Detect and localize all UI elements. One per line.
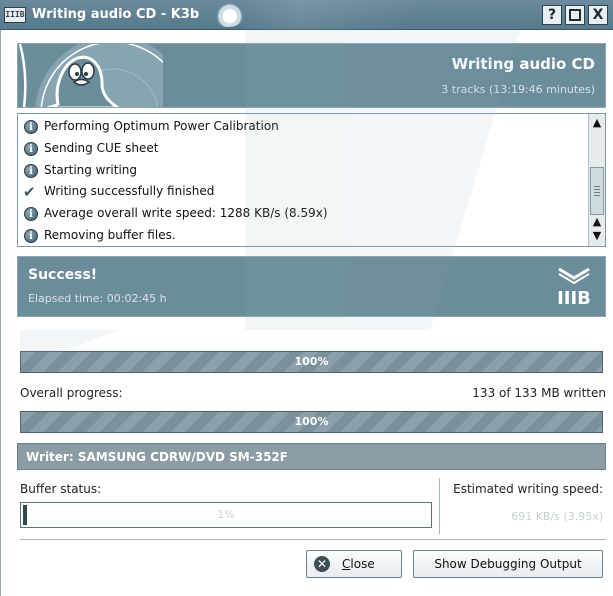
close-rest: lose (350, 557, 375, 571)
buffer-status-value: 1% (217, 508, 235, 521)
buffer-status-bar: 1% (20, 502, 432, 528)
help-button[interactable]: ? (542, 5, 562, 25)
window-title: Writing audio CD - K3b (32, 7, 200, 22)
writer-label: Writer: SAMSUNG CDRW/DVD SM-352F (26, 450, 288, 464)
scroll-up-arrow-lower[interactable]: ▲ (590, 215, 604, 229)
check-icon: ✔ (23, 183, 36, 202)
tux-cd-icon (18, 44, 163, 107)
thumb-grip (594, 189, 600, 190)
show-debugging-output-button[interactable]: Show Debugging Output (413, 550, 603, 578)
titlebar-decoration (240, 0, 540, 30)
log-item-text: Sending CUE sheet (44, 140, 159, 155)
status-title: Success! (28, 267, 98, 283)
log-list[interactable]: Performing Optimum Power Calibration Send… (17, 113, 606, 248)
log-item[interactable]: Average overall write speed: 1288 KB/s (… (18, 203, 588, 226)
overall-progress-bar: 100% (20, 411, 603, 433)
track-progress-label: 100% (294, 355, 329, 368)
scroll-up-arrow[interactable]: ▲ (590, 116, 604, 130)
log-item[interactable]: ✔ Writing successfully finished (18, 181, 588, 203)
scroll-thumb[interactable] (590, 167, 604, 215)
info-icon (24, 226, 38, 248)
k3b-logo-text: IIIB (557, 288, 591, 307)
close-circle-icon: ✕ (314, 556, 330, 572)
close-button[interactable]: ✕ Close (306, 550, 402, 578)
log-items: Performing Optimum Power Calibration Send… (18, 116, 588, 248)
buffer-status-label: Buffer status: (20, 482, 102, 496)
window-titlebar[interactable]: IIIB Writing audio CD - K3b ? X (0, 0, 613, 30)
info-icon (24, 117, 38, 139)
elapsed-time: Elapsed time: 00:02:45 h (28, 292, 167, 305)
thumb-grip (594, 192, 600, 193)
thumb-grip (594, 186, 600, 187)
writing-speed-value: 691 KB/s (3.95x) (511, 510, 603, 523)
header-title: Writing audio CD (451, 55, 595, 73)
overall-progress-label: Overall progress: (20, 386, 123, 400)
log-item-text: Removing buffer files. (44, 227, 176, 242)
log-item[interactable]: Performing Optimum Power Calibration (18, 116, 588, 139)
log-item-text: Average overall write speed: 1288 KB/s (… (44, 206, 328, 221)
status-panel: Success! Elapsed time: 00:02:45 h IIIB (17, 256, 606, 317)
log-item[interactable]: Sending CUE sheet (18, 138, 588, 161)
horizontal-divider (20, 539, 606, 540)
overall-written: 133 of 133 MB written (472, 386, 606, 400)
close-button-label: Close (342, 551, 375, 577)
vertical-divider (439, 478, 440, 534)
track-progress-bar: 100% (20, 351, 603, 373)
info-icon (24, 161, 38, 182)
overall-progress-text: 100% (294, 415, 329, 428)
info-icon (24, 139, 38, 161)
log-item-text: Performing Optimum Power Calibration (44, 119, 279, 133)
header-subtitle: 3 tracks (13:19:46 minutes) (441, 83, 595, 96)
maximize-button[interactable] (565, 5, 585, 25)
writing-speed-label: Estimated writing speed: (453, 482, 603, 496)
log-scrollbar[interactable]: ▲ ▲ ▼ (588, 114, 605, 246)
info-icon (24, 204, 38, 226)
close-window-button[interactable]: X (588, 5, 608, 25)
header-banner: Writing audio CD 3 tracks (13:19:46 minu… (17, 43, 606, 108)
log-item[interactable]: Removing buffer files. (18, 225, 588, 248)
log-item[interactable]: Starting writing (18, 160, 588, 182)
k3b-logo-icon: IIIB (553, 265, 595, 307)
log-item-text: Starting writing (44, 162, 138, 177)
k3b-app-icon[interactable]: IIIB (4, 7, 26, 23)
maximize-icon (569, 9, 581, 21)
log-item-text: Writing successfully finished (44, 184, 215, 199)
thumb-grip (594, 195, 600, 196)
writer-bar: Writer: SAMSUNG CDRW/DVD SM-352F (17, 443, 606, 470)
swirl-icon (211, 3, 245, 27)
scroll-down-arrow[interactable]: ▼ (590, 229, 604, 243)
